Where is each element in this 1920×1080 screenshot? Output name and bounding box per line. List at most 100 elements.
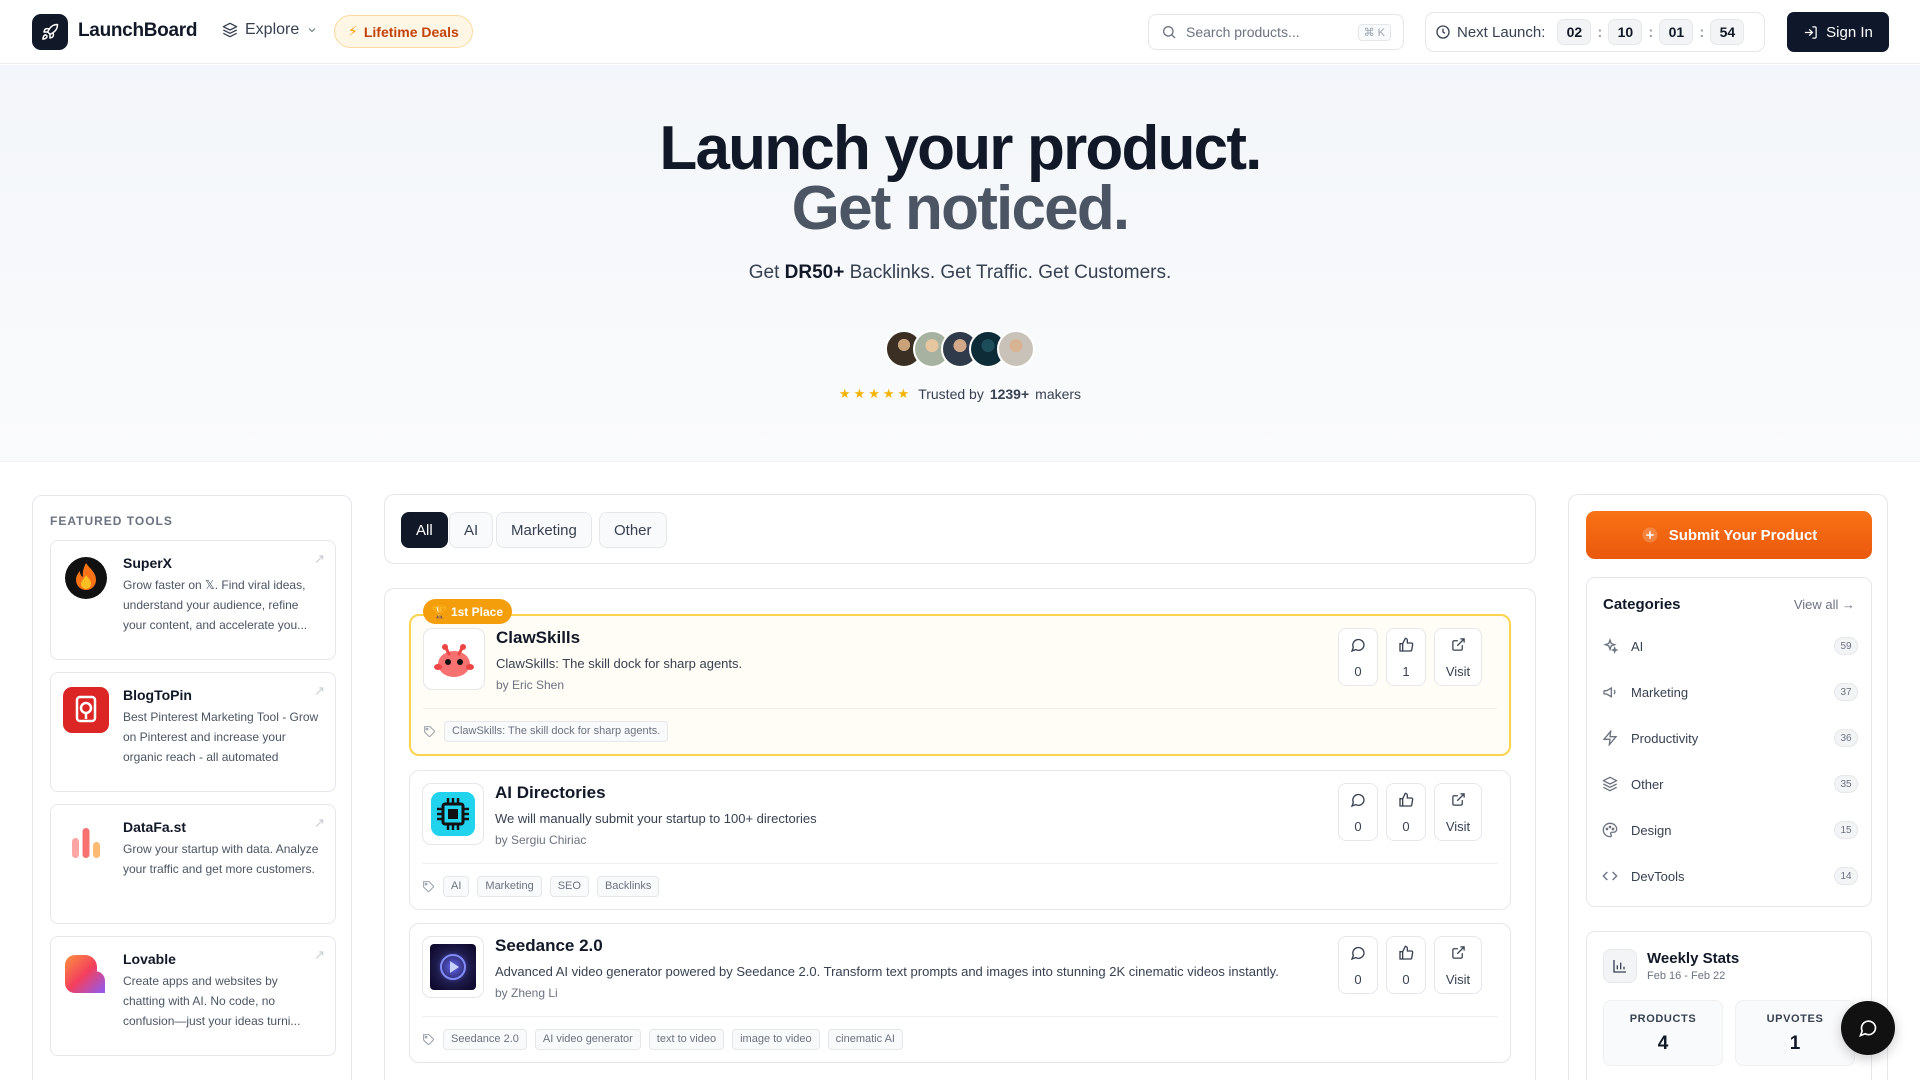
product-description: Advanced AI video generator powered by S… xyxy=(495,964,1279,979)
product-tags: ClawSkills: The skill dock for sharp age… xyxy=(423,720,669,742)
product-tag[interactable]: cinematic AI xyxy=(827,1028,903,1050)
product-card[interactable]: Seedance 2.0 Advanced AI video generator… xyxy=(409,923,1511,1063)
categories-card: Categories View all → AI 59 Marketing 37… xyxy=(1586,577,1872,907)
visit-label: Visit xyxy=(1445,972,1471,987)
featured-tool-card[interactable]: Lovable Create apps and websites by chat… xyxy=(50,936,336,1056)
filter-all[interactable]: All xyxy=(401,512,448,548)
upvote-button[interactable]: 0 xyxy=(1386,783,1426,841)
filter-marketing[interactable]: Marketing xyxy=(496,512,592,548)
product-card[interactable]: AI Directories We will manually submit y… xyxy=(409,770,1511,910)
category-name: Design xyxy=(1631,822,1672,838)
category-count: 35 xyxy=(1834,775,1858,793)
search-placeholder: Search products... xyxy=(1186,24,1300,40)
featured-tool-card[interactable]: SuperX Grow faster on 𝕏. Find viral idea… xyxy=(50,540,336,660)
external-link-icon xyxy=(1451,638,1465,651)
hero-sub-bold: DR50+ xyxy=(784,262,845,283)
rocket-logo-icon[interactable] xyxy=(32,14,68,50)
chat-bubble-icon xyxy=(1859,1020,1877,1037)
external-arrow-icon: ↗ xyxy=(314,815,325,830)
product-tag[interactable]: Marketing xyxy=(477,875,542,897)
search-input[interactable]: Search products... ⌘ K xyxy=(1148,14,1404,50)
bar-chart-icon xyxy=(1603,949,1637,983)
category-name: AI xyxy=(1631,638,1644,654)
external-link-icon xyxy=(1451,946,1465,959)
product-name[interactable]: ClawSkills xyxy=(496,628,580,648)
lifetime-deals-button[interactable]: ⚡ Lifetime Deals xyxy=(334,15,473,48)
deals-label: Lifetime Deals xyxy=(363,23,459,40)
product-tag[interactable]: text to video xyxy=(648,1028,725,1050)
upvote-count: 1 xyxy=(1402,664,1410,679)
superx-icon xyxy=(63,555,109,601)
external-arrow-icon: ↗ xyxy=(314,683,325,698)
blogtopin-icon xyxy=(63,687,109,733)
layers-icon xyxy=(1602,776,1618,792)
countdown-hours: 10 xyxy=(1608,19,1643,45)
comment-count: 0 xyxy=(1354,972,1362,987)
external-link-icon xyxy=(1451,793,1465,806)
trust-line: ★★★★★ Trusted by 1239+ makers xyxy=(0,386,1920,402)
category-name: Other xyxy=(1631,776,1664,792)
comment-button[interactable]: 0 xyxy=(1338,628,1378,686)
next-launch-countdown: Next Launch: 02 : 10 : 01 : 54 xyxy=(1425,12,1765,52)
product-tag[interactable]: ClawSkills: The skill dock for sharp age… xyxy=(444,720,669,742)
external-arrow-icon: ↗ xyxy=(314,551,325,566)
comment-button[interactable]: 0 xyxy=(1338,783,1378,841)
tag-icon xyxy=(424,725,435,737)
trust-suffix: makers xyxy=(1035,386,1082,402)
product-card[interactable]: ClawSkills ClawSkills: The skill dock fo… xyxy=(409,614,1511,756)
tool-name: DataFa.st xyxy=(123,819,187,835)
plus-circle-icon xyxy=(1642,527,1658,543)
product-tag[interactable]: Backlinks xyxy=(596,875,660,897)
category-item-productivity[interactable]: Productivity 36 xyxy=(1602,718,1858,758)
product-tags: AI Marketing SEO Backlinks xyxy=(422,875,660,897)
product-name[interactable]: Seedance 2.0 xyxy=(495,936,603,956)
datafast-icon xyxy=(63,819,109,865)
upvote-button[interactable]: 1 xyxy=(1386,628,1426,686)
tool-name: BlogToPin xyxy=(123,687,192,703)
product-description: ClawSkills: The skill dock for sharp age… xyxy=(496,656,743,671)
product-name[interactable]: AI Directories xyxy=(495,783,606,803)
category-item-ai[interactable]: AI 59 xyxy=(1602,626,1858,666)
view-all-link[interactable]: View all → xyxy=(1794,597,1855,612)
weekly-stats-range: Feb 16 - Feb 22 xyxy=(1647,970,1726,982)
hero-sub-prefix: Get xyxy=(748,262,785,283)
visit-button[interactable]: Visit xyxy=(1434,936,1482,994)
tag-icon xyxy=(423,880,434,892)
product-tag[interactable]: Seedance 2.0 xyxy=(443,1028,527,1050)
visit-label: Visit xyxy=(1445,664,1471,679)
submit-product-button[interactable]: Submit Your Product xyxy=(1586,511,1872,559)
app-name[interactable]: LaunchBoard xyxy=(78,20,197,42)
avatar xyxy=(997,330,1035,368)
featured-tool-card[interactable]: DataFa.st Grow your startup with data. A… xyxy=(50,804,336,924)
hero-sub-suffix: Backlinks. Get Traffic. Get Customers. xyxy=(844,262,1172,283)
visit-label: Visit xyxy=(1445,819,1471,834)
clawskills-logo-icon xyxy=(423,628,485,690)
comment-icon xyxy=(1350,946,1365,961)
category-item-marketing[interactable]: Marketing 37 xyxy=(1602,672,1858,712)
weekly-stats-title: Weekly Stats xyxy=(1647,950,1740,967)
product-tag[interactable]: AI xyxy=(443,875,470,897)
product-tag[interactable]: SEO xyxy=(549,875,589,897)
chat-button[interactable] xyxy=(1841,1001,1895,1055)
trophy-icon: 🏆 xyxy=(432,604,447,619)
sign-in-button[interactable]: Sign In xyxy=(1787,12,1889,52)
featured-tool-card[interactable]: BlogToPin Best Pinterest Marketing Tool … xyxy=(50,672,336,792)
category-item-design[interactable]: Design 15 xyxy=(1602,810,1858,850)
upvote-button[interactable]: 0 xyxy=(1386,936,1426,994)
badge-label: 1st Place xyxy=(450,604,503,619)
category-item-other[interactable]: Other 35 xyxy=(1602,764,1858,804)
tool-description: Best Pinterest Marketing Tool - Grow on … xyxy=(123,710,319,764)
visit-button[interactable]: Visit xyxy=(1434,628,1482,686)
comment-button[interactable]: 0 xyxy=(1338,936,1378,994)
filter-ai[interactable]: AI xyxy=(449,512,494,548)
product-tag[interactable]: AI video generator xyxy=(534,1028,641,1050)
filter-other[interactable]: Other xyxy=(599,512,667,548)
product-tag[interactable]: image to video xyxy=(732,1028,820,1050)
category-item-devtools[interactable]: DevTools 14 xyxy=(1602,856,1858,896)
tool-description: Create apps and websites by chatting wit… xyxy=(123,974,301,1028)
chevron-down-icon xyxy=(308,28,316,33)
explore-menu[interactable]: Explore xyxy=(222,21,318,39)
visit-button[interactable]: Visit xyxy=(1434,783,1482,841)
thumbs-up-icon xyxy=(1399,637,1414,652)
external-arrow-icon: ↗ xyxy=(314,947,325,962)
